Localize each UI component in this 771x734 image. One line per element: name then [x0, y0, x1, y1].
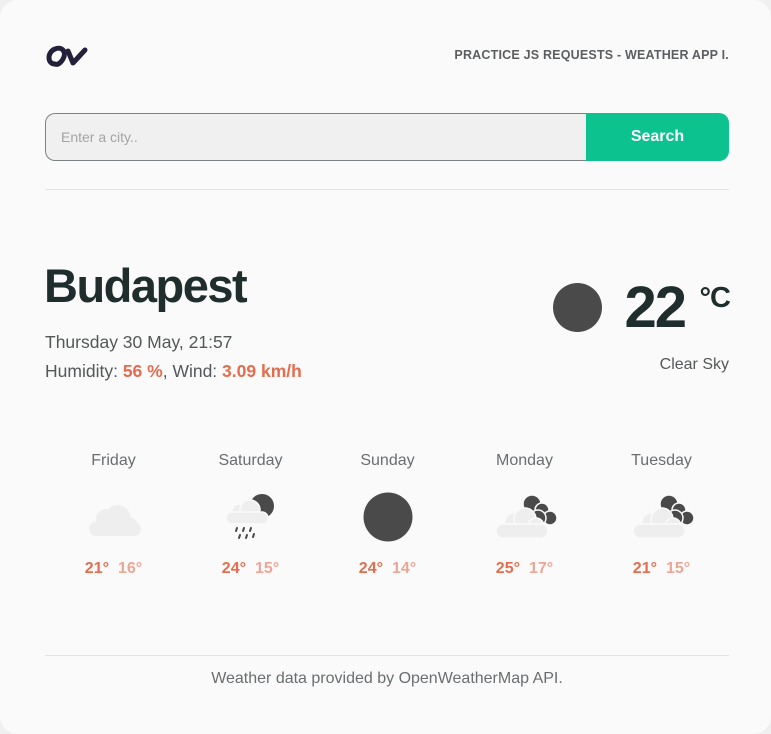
temperature-unit: °C: [699, 282, 731, 314]
details-separator: ,: [162, 361, 173, 381]
forecast-min-temp: 17°: [529, 560, 554, 577]
forecast-max-temp: 21°: [84, 560, 109, 577]
current-temperature: 22: [624, 275, 686, 340]
bottom-divider: [45, 655, 729, 656]
moon-icon: [553, 283, 602, 332]
search-button[interactable]: Search: [586, 113, 729, 161]
forecast-day-name: Monday: [496, 452, 553, 469]
forecast-list: Friday 21° 16° Saturday 24° 15° Sunday 2…: [45, 450, 729, 600]
wind-label: Wind:: [172, 361, 218, 381]
forecast-day: Tuesday 21° 15°: [593, 450, 730, 578]
forecast-max-temp: 25°: [495, 560, 520, 577]
forecast-temps: 25° 17°: [456, 560, 593, 578]
forecast-temps: 21° 16°: [45, 560, 182, 578]
humidity-value: 56 %: [122, 361, 163, 381]
forecast-max-temp: 24°: [358, 560, 383, 577]
app-title: PRACTICE JS REQUESTS - WEATHER APP I.: [454, 48, 729, 62]
ov-logo-icon[interactable]: [45, 42, 91, 70]
forecast-day-name: Tuesday: [631, 452, 692, 469]
rain-night-icon: [224, 494, 274, 539]
cloud-icon: [88, 505, 141, 536]
forecast-day-name: Saturday: [218, 452, 283, 469]
forecast-min-temp: 14°: [392, 560, 417, 577]
weather-app-card: PRACTICE JS REQUESTS - WEATHER APP I. Se…: [0, 0, 771, 734]
cloudy-night-icon: [494, 494, 558, 539]
forecast-day: Monday 25° 17°: [456, 450, 593, 578]
forecast-day: Saturday 24° 15°: [182, 450, 319, 578]
forecast-temps: 24° 15°: [182, 560, 319, 578]
wind-value: 3.09 km/h: [222, 361, 302, 381]
forecast-min-temp: 15°: [255, 560, 280, 577]
city-search-input[interactable]: [45, 113, 586, 161]
forecast-min-temp: 15°: [666, 560, 691, 577]
current-details: Humidity: 56 %, Wind: 3.09 km/h: [45, 361, 302, 382]
forecast-day: Friday 21° 16°: [45, 450, 182, 578]
search-bar: Search: [45, 113, 729, 161]
city-name: Budapest: [44, 259, 248, 312]
top-divider: [45, 189, 729, 190]
current-datetime: Thursday 30 May, 21:57: [45, 332, 233, 352]
humidity-label: Humidity:: [45, 361, 118, 381]
forecast-max-temp: 24°: [221, 560, 246, 577]
forecast-max-temp: 21°: [632, 560, 657, 577]
cloudy-night-icon: [631, 494, 695, 539]
moon-icon: [363, 492, 412, 542]
attribution-footer: Weather data provided by OpenWeatherMap …: [211, 670, 563, 687]
forecast-day-name: Friday: [91, 452, 136, 469]
forecast-day-name: Sunday: [360, 452, 415, 469]
forecast-temps: 24° 14°: [319, 560, 456, 578]
weather-condition: Clear Sky: [659, 356, 729, 373]
forecast-day: Sunday 24° 14°: [319, 450, 456, 578]
forecast-temps: 21° 15°: [593, 560, 730, 578]
forecast-min-temp: 16°: [118, 560, 143, 577]
